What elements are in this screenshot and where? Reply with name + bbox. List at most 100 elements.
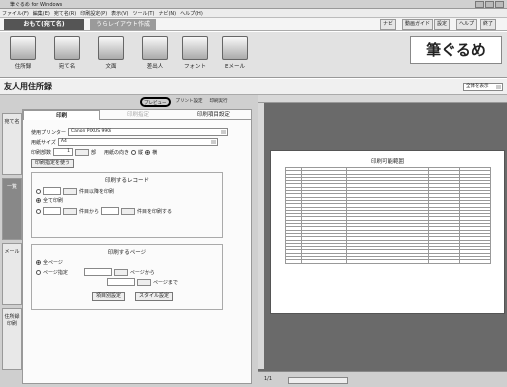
menu-address[interactable]: 宛て名(R) (52, 9, 78, 18)
rec-range-to-label: 件目を印刷する (137, 208, 173, 215)
main-toolbar: 住所録 宛て名 文面 差出人 フォント Eメール 筆ぐるめ (0, 32, 507, 78)
portrait-label: 縦 (138, 149, 144, 156)
tab-print-spec[interactable]: 印刷指定 (100, 110, 176, 120)
rec-from-radio[interactable] (36, 188, 41, 194)
minimize-button[interactable] (475, 1, 484, 8)
message-icon (98, 36, 124, 60)
settings-button[interactable]: 設定 (434, 19, 451, 30)
tab-print-items[interactable]: 印刷項目設定 (175, 110, 251, 120)
rec-all-label: 全て印刷 (43, 198, 64, 204)
style-settings-button[interactable]: スタイル設定 (135, 292, 174, 301)
menu-help[interactable]: ヘルプ(H) (178, 9, 205, 18)
copies-spinner[interactable] (75, 148, 90, 156)
side-tab-address-print[interactable]: 住所録印刷 (2, 308, 22, 370)
vertical-ruler (258, 103, 264, 369)
menu-view[interactable]: 表示(V) (109, 9, 130, 18)
zoom-select[interactable]: 全体を表示 (463, 83, 503, 91)
page-to-input[interactable] (107, 278, 135, 286)
print-layout-button[interactable]: プリント設定 (174, 97, 205, 107)
printer-select[interactable]: Canon PIXUS 990i (68, 128, 229, 136)
addressee-label: 宛て名 (58, 64, 76, 70)
rec-from-spinner[interactable] (63, 187, 77, 195)
sender-button[interactable]: 差出人 (136, 36, 174, 76)
tab-back-layout[interactable]: うらレイアウト作成 (90, 19, 156, 30)
rec-all-radio[interactable] (36, 198, 41, 203)
paper-select[interactable]: A4 (57, 138, 218, 146)
sender-label: 差出人 (146, 64, 164, 70)
email-button[interactable]: Eメール (216, 36, 254, 76)
side-tab-mail[interactable]: メール (2, 243, 22, 305)
rec-range-from-spinner[interactable] (63, 207, 77, 215)
records-title: 印刷するレコード (104, 178, 149, 184)
addressee-icon (54, 36, 80, 60)
preview-sheet: 印刷可能範囲 (270, 150, 505, 314)
page-from-input[interactable] (83, 268, 112, 276)
menu-navi[interactable]: ナビ(N) (156, 9, 178, 18)
close-button[interactable] (495, 1, 504, 8)
copies-unit: 部 (91, 149, 97, 156)
rec-range-radio[interactable] (36, 208, 41, 214)
rec-from-input[interactable] (43, 187, 61, 195)
print-run-button[interactable]: 印刷実行 (208, 97, 230, 107)
landscape-radio[interactable] (145, 149, 151, 155)
rec-range-to-input[interactable] (101, 207, 120, 215)
menu-tools[interactable]: ツール(T) (130, 9, 156, 18)
address-book-button[interactable]: 住所録 (4, 36, 42, 76)
sheet-title: 印刷可能範囲 (370, 159, 404, 165)
pages-group: 印刷するページ 全ページ ページ指定 ページから ページまで 項目別設定 スタイル設… (31, 244, 223, 310)
records-group: 印刷するレコード 件目以降を印刷 全て印刷 件目から 件目を印刷する (31, 172, 223, 238)
settings-pane: プレビュー プリント設定 印刷実行 宛て名 一覧 メール 住所録印刷 印刷 印刷… (0, 95, 258, 387)
page-to-spinner[interactable] (137, 278, 151, 286)
portrait-radio[interactable] (131, 149, 137, 155)
side-tab-addressee[interactable]: 宛て名 (2, 113, 22, 175)
help-button[interactable]: ヘルプ (456, 19, 478, 30)
pages-title: 印刷するページ (107, 250, 147, 256)
menu-bar: ファイル(F) 編集(E) 宛て名(R) 印刷設定(P) 表示(V) ツール(T) ナビ(N… (0, 9, 507, 18)
print-spec-button[interactable]: 印刷指定を使う (31, 159, 75, 168)
page-spec-label: ページ指定 (43, 269, 68, 276)
preview-button[interactable]: プレビュー (140, 97, 171, 107)
horizontal-ruler (258, 95, 507, 103)
rec-from-label: 件目以降を印刷 (79, 188, 115, 195)
rec-range-from-input[interactable] (43, 207, 61, 215)
email-label: Eメール (225, 64, 245, 70)
page-to-label: ページまで (153, 279, 178, 286)
horizontal-scrollbar[interactable] (288, 377, 348, 384)
preview-table (284, 166, 491, 264)
email-icon (222, 36, 248, 60)
print-panel: 印刷 印刷指定 印刷項目設定 使用プリンター Canon PIXUS 990i 用… (22, 109, 252, 384)
mode-toolbar: おもて(宛て名) うらレイアウト作成 ナビ 動画ガイド 設定 ヘルプ 終了 (0, 18, 507, 31)
action-bar: プレビュー プリント設定 印刷実行 (140, 97, 256, 107)
menu-print-settings[interactable]: 印刷設定(P) (78, 9, 109, 18)
preview-pane: 印刷可能範囲 1/1 (258, 95, 507, 387)
side-tabs: 宛て名 一覧 メール 住所録印刷 (2, 113, 22, 383)
page-from-spinner[interactable] (113, 268, 128, 276)
landscape-label: 横 (152, 149, 158, 156)
tab-print[interactable]: 印刷 (23, 110, 101, 120)
maximize-button[interactable] (485, 1, 494, 8)
page-header: 友人用住所録 全体を表示 (0, 79, 507, 95)
addressee-button[interactable]: 宛て名 (48, 36, 86, 76)
message-label: 文面 (105, 64, 117, 70)
exit-button[interactable]: 終了 (480, 19, 497, 30)
page-all-radio[interactable] (36, 260, 41, 265)
navi-button[interactable]: ナビ (380, 19, 397, 30)
paper-label: 用紙サイズ (31, 139, 56, 146)
tab-address-side[interactable]: おもて(宛て名) (4, 19, 84, 30)
address-book-label: 住所録 (14, 64, 32, 70)
font-icon (182, 36, 208, 60)
message-button[interactable]: 文面 (92, 36, 130, 76)
window-title: 筆ぐるめ for Windows (10, 2, 63, 8)
rec-range-to-spinner[interactable] (121, 207, 136, 215)
page-spec-radio[interactable] (36, 269, 41, 275)
side-tab-list[interactable]: 一覧 (2, 178, 22, 240)
menu-edit[interactable]: 編集(E) (31, 9, 52, 18)
copies-input[interactable]: 1 (53, 148, 74, 156)
menu-file[interactable]: ファイル(F) (0, 9, 31, 18)
item-settings-button[interactable]: 項目別設定 (92, 292, 126, 301)
font-button[interactable]: フォント (176, 36, 214, 76)
page-indicator: 1/1 (264, 376, 273, 382)
printer-label: 使用プリンター (31, 129, 67, 136)
video-guide-button[interactable]: 動画ガイド (402, 19, 434, 30)
copies-label: 印刷部数 (31, 149, 52, 156)
